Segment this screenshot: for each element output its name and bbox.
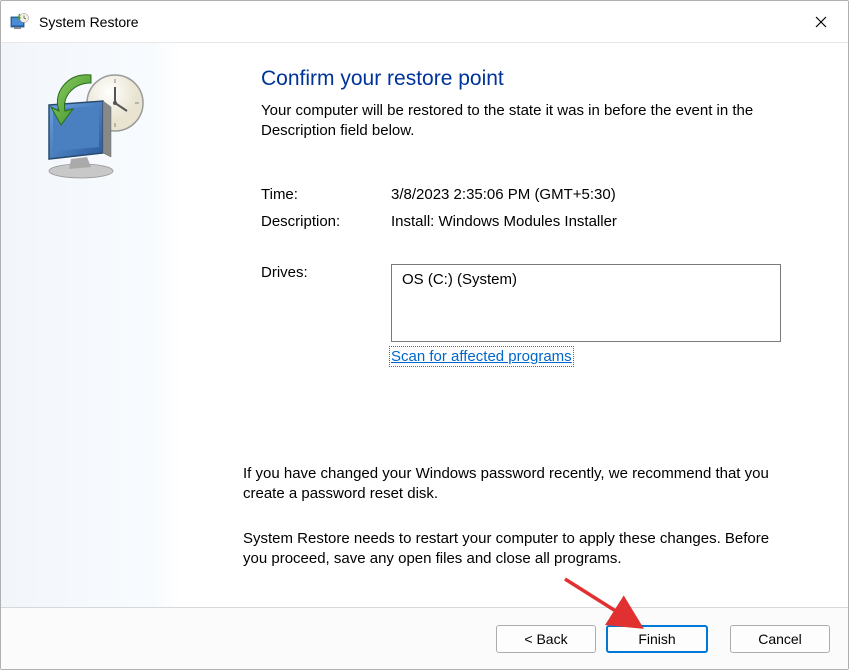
description-value: Install: Windows Modules Installer (391, 213, 790, 230)
description-row: Description: Install: Windows Modules In… (261, 213, 790, 230)
drives-label: Drives: (261, 264, 391, 342)
time-row: Time: 3/8/2023 2:35:06 PM (GMT+5:30) (261, 186, 790, 203)
content-area: Confirm your restore point Your computer… (1, 43, 848, 607)
drives-row: Drives: OS (C:) (System) (261, 264, 790, 342)
finish-button[interactable]: Finish (606, 625, 708, 653)
system-restore-window: System Restore (0, 0, 849, 670)
system-restore-icon (9, 12, 29, 32)
time-label: Time: (261, 186, 391, 203)
drives-item: OS (C:) (System) (402, 271, 517, 288)
restart-note: System Restore needs to restart your com… (243, 529, 790, 570)
cancel-button[interactable]: Cancel (730, 625, 830, 653)
scan-affected-programs-link[interactable]: Scan for affected programs (391, 348, 572, 365)
close-button[interactable] (798, 6, 844, 38)
page-subheading: Your computer will be restored to the st… (261, 101, 790, 142)
wizard-footer: < Back Finish Cancel (1, 607, 848, 669)
description-label: Description: (261, 213, 391, 230)
bottom-notes: If you have changed your Windows passwor… (243, 464, 790, 569)
window-title: System Restore (39, 14, 798, 30)
titlebar: System Restore (1, 1, 848, 43)
time-value: 3/8/2023 2:35:06 PM (GMT+5:30) (391, 186, 790, 203)
password-note: If you have changed your Windows passwor… (243, 464, 790, 505)
system-restore-illustration (31, 65, 151, 185)
close-icon (815, 16, 827, 28)
drives-listbox[interactable]: OS (C:) (System) (391, 264, 781, 342)
back-button[interactable]: < Back (496, 625, 596, 653)
wizard-sidebar (1, 43, 181, 607)
main-panel: Confirm your restore point Your computer… (181, 43, 848, 607)
page-heading: Confirm your restore point (261, 67, 790, 91)
